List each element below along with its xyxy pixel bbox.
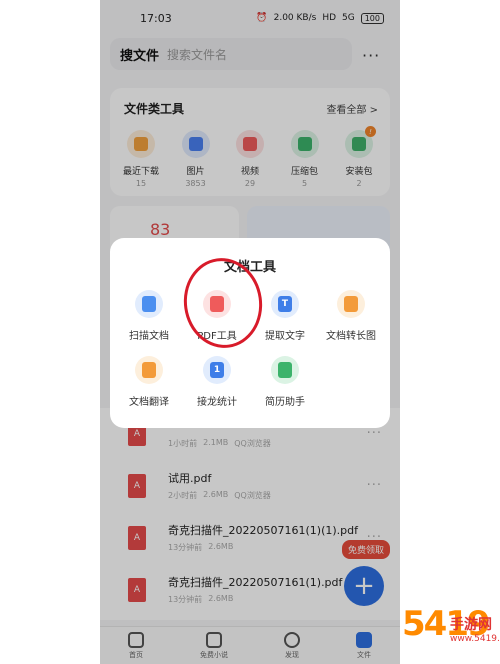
tool-relay-stats[interactable]: 1 接龙统计 (182, 356, 252, 408)
tool-scan-document[interactable]: 扫描文档 (114, 290, 184, 342)
tool-label: 提取文字 (265, 331, 305, 342)
long-image-icon (337, 290, 365, 318)
tool-translate[interactable]: 文档翻译 (114, 356, 184, 408)
watermark-text: 手游网 (450, 617, 492, 633)
watermark-logo: 5419 手游网 www.5419.com (400, 600, 500, 664)
watermark-url: www.5419.com (450, 634, 500, 644)
scan-icon (135, 290, 163, 318)
tool-label: 文档转长图 (326, 331, 376, 342)
tool-label: 文档翻译 (129, 397, 169, 408)
page: 17:03 ⏰ 2.00 KB/s HD 5G 100 搜文件 搜索文件名 ··… (0, 0, 500, 664)
tool-label: 接龙统计 (197, 397, 237, 408)
text-icon: T (271, 290, 299, 318)
tool-doc-to-image[interactable]: 文档转长图 (316, 290, 386, 342)
tool-label: 简历助手 (265, 397, 305, 408)
tool-resume[interactable]: 简历助手 (250, 356, 320, 408)
translate-icon (135, 356, 163, 384)
resume-icon (271, 356, 299, 384)
list-icon: 1 (203, 356, 231, 384)
tool-label: 扫描文档 (129, 331, 169, 342)
